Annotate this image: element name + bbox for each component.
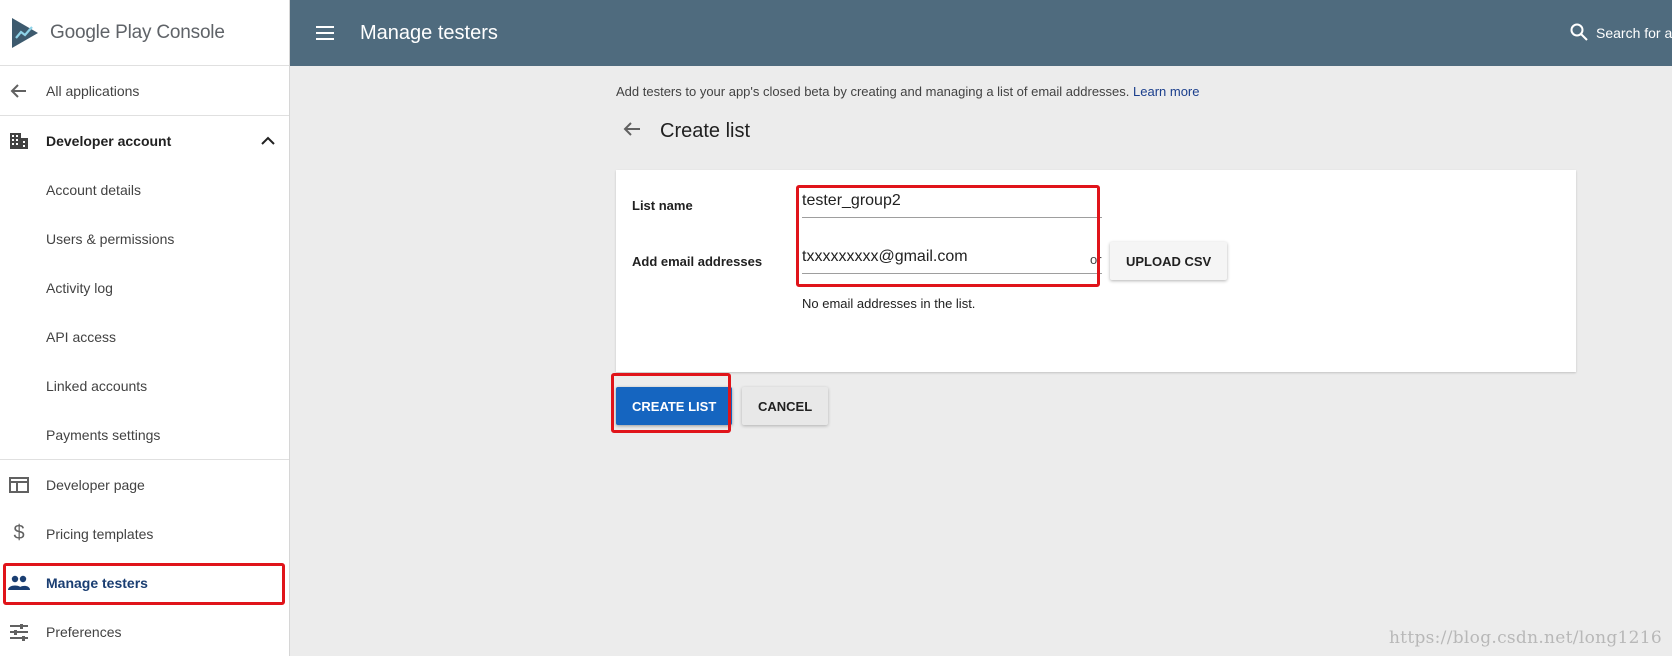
sidebar-item-api-access[interactable]: API access [0,312,289,361]
sidebar-item-preferences[interactable]: Preferences [0,607,289,656]
main-content: Add testers to your app's closed beta by… [290,66,1672,656]
sidebar-item-pricing-templates[interactable]: $ Pricing templates [0,509,289,558]
sidebar-item-label: Pricing templates [46,525,154,542]
email-input[interactable]: txxxxxxxxx@gmail.com [802,242,1102,274]
sidebar-item-label: Account details [46,181,141,198]
sidebar-item-all-applications[interactable]: All applications [0,66,289,115]
search-button[interactable]: Search for a [1570,0,1672,66]
sidebar-item-label: Activity log [46,279,113,296]
sidebar-item-label: Manage testers [46,574,148,591]
sidebar-item-activity-log[interactable]: Activity log [0,263,289,312]
or-text: or [1090,252,1102,267]
building-icon [8,130,30,152]
sidebar-item-account-details[interactable]: Account details [0,165,289,214]
sidebar-item-label: Users & permissions [46,230,175,247]
brand-name: Google Play Console [50,21,225,43]
upload-csv-button[interactable]: UPLOAD CSV [1110,242,1228,280]
sidebar-item-label: API access [46,328,117,345]
page-title: Manage testers [360,21,498,44]
sliders-icon [8,621,30,643]
top-bar: Manage testers Search for a [290,0,1672,66]
sidebar-item-label: Developer account [46,132,172,149]
dollar-icon: $ [13,522,25,544]
create-list-header: Create list [622,120,750,143]
sidebar-item-manage-testers[interactable]: Manage testers [0,558,289,607]
empty-list-hint: No email addresses in the list. [802,296,976,311]
sidebar-item-label: Linked accounts [46,377,148,394]
list-name-input[interactable]: tester_group2 [802,186,1102,218]
chevron-up-icon[interactable] [261,133,275,149]
sidebar-item-payments-settings[interactable]: Payments settings [0,410,289,459]
create-list-button[interactable]: CREATE LIST [616,387,733,425]
sidebar: Google Play Console All applications Dev… [0,0,290,656]
create-list-card: List name tester_group2 Add email addres… [616,170,1576,372]
play-console-logo-icon [12,17,38,48]
watermark: https://blog.csdn.net/long1216 [1388,628,1662,648]
learn-more-link[interactable]: Learn more [1133,84,1199,99]
sidebar-item-label: All applications [46,82,140,99]
sidebar-item-developer-account[interactable]: Developer account [0,116,289,165]
sidebar-item-developer-page[interactable]: Developer page [0,460,289,509]
search-label: Search for a [1596,25,1672,41]
email-label: Add email addresses [632,254,763,269]
brand-header[interactable]: Google Play Console [0,0,289,66]
list-name-label: List name [632,198,693,213]
create-list-title: Create list [660,120,751,142]
cancel-button[interactable]: CANCEL [742,387,829,425]
arrow-left-icon [8,80,30,102]
intro-description: Add testers to your app's closed beta by… [616,84,1130,99]
intro-text: Add testers to your app's closed beta by… [616,84,1200,99]
sidebar-item-label: Payments settings [46,426,161,443]
search-icon [1570,23,1588,44]
back-arrow-icon[interactable] [622,120,642,143]
sidebar-item-users-permissions[interactable]: Users & permissions [0,214,289,263]
hamburger-menu-icon[interactable] [314,22,336,44]
sidebar-item-label: Preferences [46,623,122,640]
sidebar-item-linked-accounts[interactable]: Linked accounts [0,361,289,410]
web-page-icon [8,474,30,496]
people-icon [8,572,30,594]
sidebar-item-label: Developer page [46,476,145,493]
